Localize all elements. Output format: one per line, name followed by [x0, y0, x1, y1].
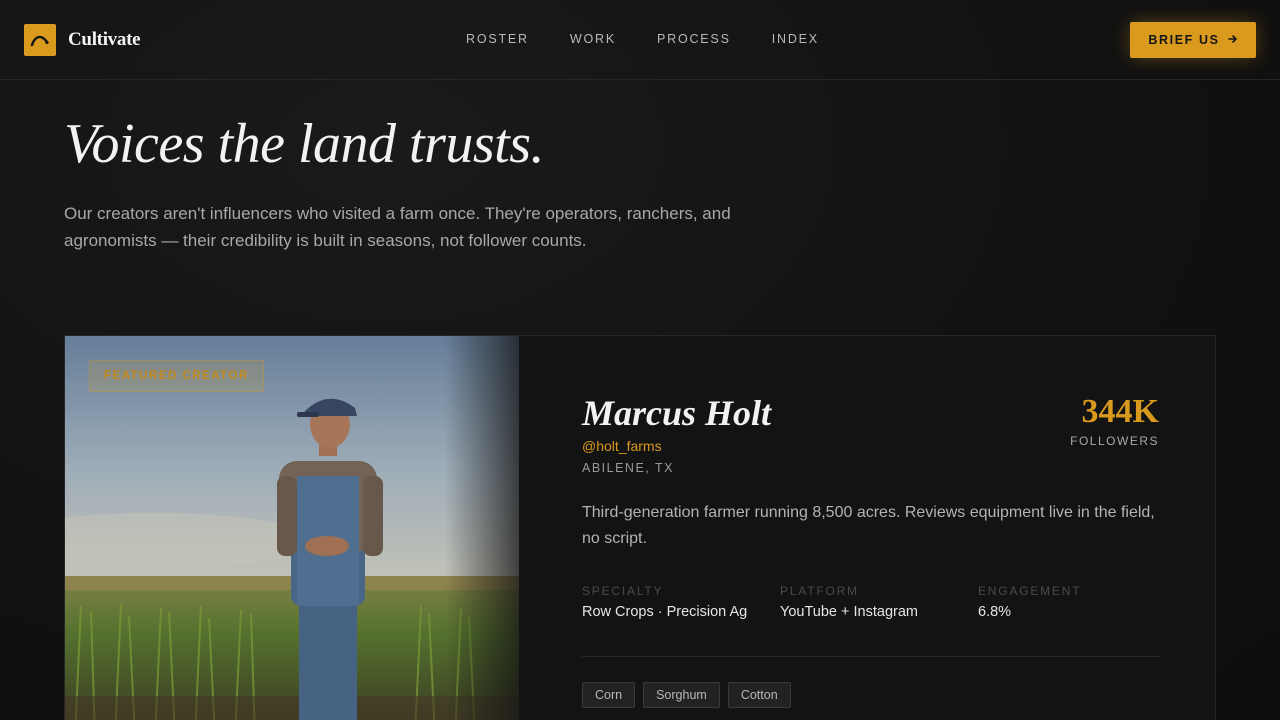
tag-corn[interactable]: Corn [582, 682, 636, 708]
creator-bio: Third-generation farmer running 8,500 ac… [582, 504, 1155, 547]
featured-creator-badge: FEATURED CREATOR [89, 360, 264, 392]
arrow-right-icon [1227, 33, 1238, 47]
tag-sorghum[interactable]: Sorghum [643, 682, 720, 708]
logo[interactable]: Cultivate [24, 24, 141, 56]
top-nav: Cultivate ROSTER WORK PROCESS INDEX BRIE… [0, 0, 1280, 80]
stat-label: PLATFORM [780, 584, 859, 598]
stat-engagement: ENGAGEMENT 6.8% [978, 584, 1081, 620]
creator-name: Marcus Holt [582, 393, 772, 433]
stat-label: SPECIALTY [582, 584, 664, 598]
nav-link-work[interactable]: WORK [570, 32, 616, 46]
creator-location: ABILENE, TX [582, 461, 674, 475]
tag-cotton[interactable]: Cotton [727, 682, 791, 708]
stat-value: 6.8% [978, 604, 1012, 620]
stat-label: ENGAGEMENT [978, 584, 1082, 598]
brief-us-label: BRIEF US [1148, 33, 1220, 47]
followers-label: FOLLOWERS [1070, 434, 1159, 448]
crop-tags: Corn Sorghum Cotton [582, 682, 791, 708]
nav-link-roster[interactable]: ROSTER [466, 32, 529, 46]
hero-title: Voices the land trusts. [64, 113, 545, 175]
brand-name: Cultivate [68, 29, 141, 50]
creator-handle-link[interactable]: @holt_farms [582, 438, 662, 454]
logo-mark-icon [24, 24, 56, 56]
divider [582, 656, 1160, 657]
photo-fade-overlay [445, 336, 519, 720]
stat-specialty: SPECIALTY Row Crops · Precision Ag [582, 584, 747, 620]
nav-links: ROSTER WORK PROCESS INDEX [466, 32, 819, 46]
nav-link-index[interactable]: INDEX [772, 32, 819, 46]
hero-subtitle: Our creators aren't influencers who visi… [64, 204, 731, 250]
stat-value: YouTube + Instagram [780, 604, 918, 620]
stat-platform: PLATFORM YouTube + Instagram [780, 584, 918, 620]
brief-us-button[interactable]: BRIEF US [1130, 22, 1256, 58]
nav-link-process[interactable]: PROCESS [657, 32, 731, 46]
followers-value: 344K [1081, 393, 1159, 430]
stat-value: Row Crops · Precision Ag [582, 604, 748, 620]
featured-creator-card: FEATURED CREATOR Marcus Holt @holt_farms… [64, 335, 1216, 720]
followers-stat: 344K FOLLOWERS [1070, 392, 1159, 448]
creator-photo: FEATURED CREATOR [65, 336, 519, 720]
